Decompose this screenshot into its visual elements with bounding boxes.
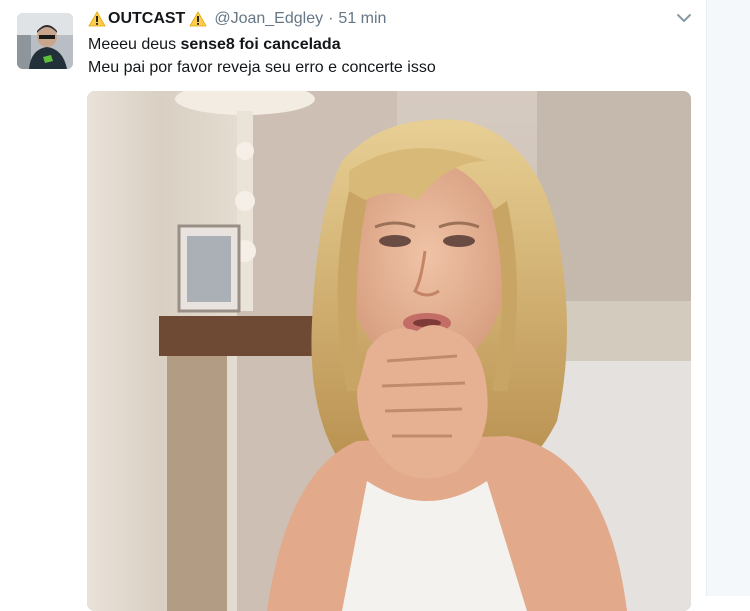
tweet-text-regular: Meeeu deus [88,36,181,53]
avatar[interactable] [17,13,73,69]
right-column-background [706,0,750,596]
tweet-text-bold: sense8 foi cancelada [180,36,341,53]
chevron-down-icon[interactable] [676,11,692,25]
tweet-media-image[interactable] [87,91,691,611]
warning-icon [88,11,106,27]
tweet-text-line-1: Meeeu deus sense8 foi cancelada [88,36,341,54]
tweet-header: OUTCAST @Joan_Edgley · 51 min [88,9,386,29]
warning-icon [189,11,208,27]
separator-dot: · [328,10,334,27]
tweet-text-line-2: Meu pai por favor reveja seu erro e conc… [88,59,436,76]
user-handle[interactable]: @Joan_Edgley [214,10,323,28]
tweet[interactable]: OUTCAST @Joan_Edgley · 51 min Meeeu deus… [0,0,706,611]
timestamp[interactable]: 51 min [338,10,386,28]
display-name[interactable]: OUTCAST [108,10,185,28]
